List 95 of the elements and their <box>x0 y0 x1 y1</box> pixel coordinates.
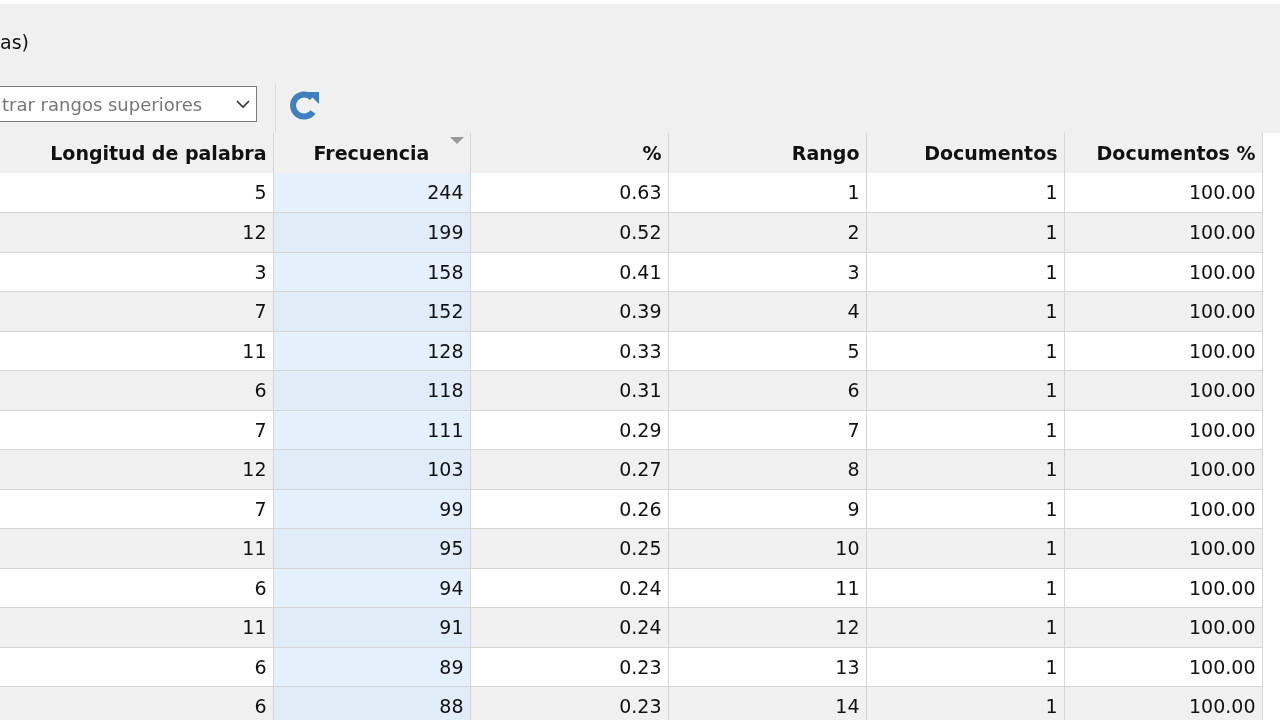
table-cell: 1 <box>866 173 1064 213</box>
table-cell: 1 <box>866 291 1064 331</box>
table-cell: 7 <box>0 410 273 450</box>
table-cell: 100.00 <box>1064 331 1262 371</box>
table-cell: 95 <box>273 528 470 568</box>
table-cell: 152 <box>273 291 470 331</box>
refresh-icon[interactable] <box>288 90 320 120</box>
table-cell: 88 <box>273 686 470 720</box>
table-cell: 13 <box>668 647 866 687</box>
table-cell: 0.24 <box>470 607 668 647</box>
table-cell: 1 <box>866 212 1064 252</box>
table-cell: 11 <box>0 331 273 371</box>
table-cell: 0.25 <box>470 528 668 568</box>
table-cell: 1 <box>866 449 1064 489</box>
table-cell: 8 <box>668 449 866 489</box>
table-cell: 99 <box>273 489 470 529</box>
table-cell: 1 <box>866 568 1064 608</box>
chevron-icon <box>236 99 250 109</box>
table-cell: 0.23 <box>470 686 668 720</box>
table-cell: 0.29 <box>470 410 668 450</box>
table-cell: 6 <box>0 686 273 720</box>
table-cell: 12 <box>0 449 273 489</box>
table-cell: 100.00 <box>1064 370 1262 410</box>
table-cell: 10 <box>668 528 866 568</box>
table-cell: 100.00 <box>1064 449 1262 489</box>
column-header[interactable]: Rango <box>668 133 866 173</box>
table-cell: 103 <box>273 449 470 489</box>
table-cell: 0.41 <box>470 252 668 292</box>
column-header[interactable]: Documentos <box>866 133 1064 173</box>
table-cell: 100.00 <box>1064 607 1262 647</box>
column-header[interactable]: Frecuencia <box>273 133 470 173</box>
sort-icon <box>449 137 464 145</box>
table-cell: 0.63 <box>470 173 668 213</box>
table-cell: 4 <box>668 291 866 331</box>
table-cell: 7 <box>668 410 866 450</box>
table-cell: 89 <box>273 647 470 687</box>
table-cell: 111 <box>273 410 470 450</box>
table-cell: 158 <box>273 252 470 292</box>
table-cell: 100.00 <box>1064 410 1262 450</box>
range-dropdown[interactable]: trar rangos superiores <box>0 86 257 122</box>
table-cell: 100.00 <box>1064 212 1262 252</box>
table-cell: 12 <box>668 607 866 647</box>
table-cell: 1 <box>866 647 1064 687</box>
table-cell: 128 <box>273 331 470 371</box>
table-cell: 0.26 <box>470 489 668 529</box>
table-cell: 100.00 <box>1064 647 1262 687</box>
table-cell: 1 <box>866 686 1064 720</box>
table-cell: 6 <box>668 370 866 410</box>
table-cell: 1 <box>668 173 866 213</box>
table-cell: 3 <box>668 252 866 292</box>
table-cell: 9 <box>668 489 866 529</box>
column-header[interactable]: % <box>470 133 668 173</box>
table-cell: 0.23 <box>470 647 668 687</box>
table-cell: 100.00 <box>1064 489 1262 529</box>
table-cell: 1 <box>866 370 1064 410</box>
table-cell: 11 <box>668 568 866 608</box>
table-cell: 3 <box>0 252 273 292</box>
table-cell: 100.00 <box>1064 686 1262 720</box>
table-cell: 7 <box>0 291 273 331</box>
table-cell: 6 <box>0 370 273 410</box>
table-cell: 91 <box>273 607 470 647</box>
toolbar-label: as) <box>0 30 29 55</box>
table-cell: 118 <box>273 370 470 410</box>
table-cell: 12 <box>0 212 273 252</box>
table-cell: 0.31 <box>470 370 668 410</box>
table-cell: 6 <box>0 647 273 687</box>
table-cell: 100.00 <box>1064 291 1262 331</box>
table-cell: 1 <box>866 410 1064 450</box>
table-cell: 100.00 <box>1064 173 1262 213</box>
table-cell: 5 <box>0 173 273 213</box>
table-cell: 100.00 <box>1064 528 1262 568</box>
column-header[interactable]: Longitud de palabra <box>0 133 273 173</box>
table-cell: 0.52 <box>470 212 668 252</box>
table-cell: 6 <box>0 568 273 608</box>
table-cell: 0.39 <box>470 291 668 331</box>
table-cell: 14 <box>668 686 866 720</box>
table-cell: 1 <box>866 607 1064 647</box>
table-cell: 2 <box>668 212 866 252</box>
table-cell: 244 <box>273 173 470 213</box>
table-cell: 11 <box>0 528 273 568</box>
table-cell: 100.00 <box>1064 568 1262 608</box>
table-cell: 1 <box>866 252 1064 292</box>
table-cell: 0.27 <box>470 449 668 489</box>
table-cell: 94 <box>273 568 470 608</box>
table-cell: 1 <box>866 528 1064 568</box>
table-cell: 0.33 <box>470 331 668 371</box>
column-header[interactable]: Documentos % <box>1064 133 1262 173</box>
table-cell: 11 <box>0 607 273 647</box>
table-cell: 5 <box>668 331 866 371</box>
table-cell: 1 <box>866 331 1064 371</box>
table-cell: 100.00 <box>1064 252 1262 292</box>
table-cell: 199 <box>273 212 470 252</box>
table-cell: 1 <box>866 489 1064 529</box>
table-cell: 0.24 <box>470 568 668 608</box>
table-cell: 7 <box>0 489 273 529</box>
